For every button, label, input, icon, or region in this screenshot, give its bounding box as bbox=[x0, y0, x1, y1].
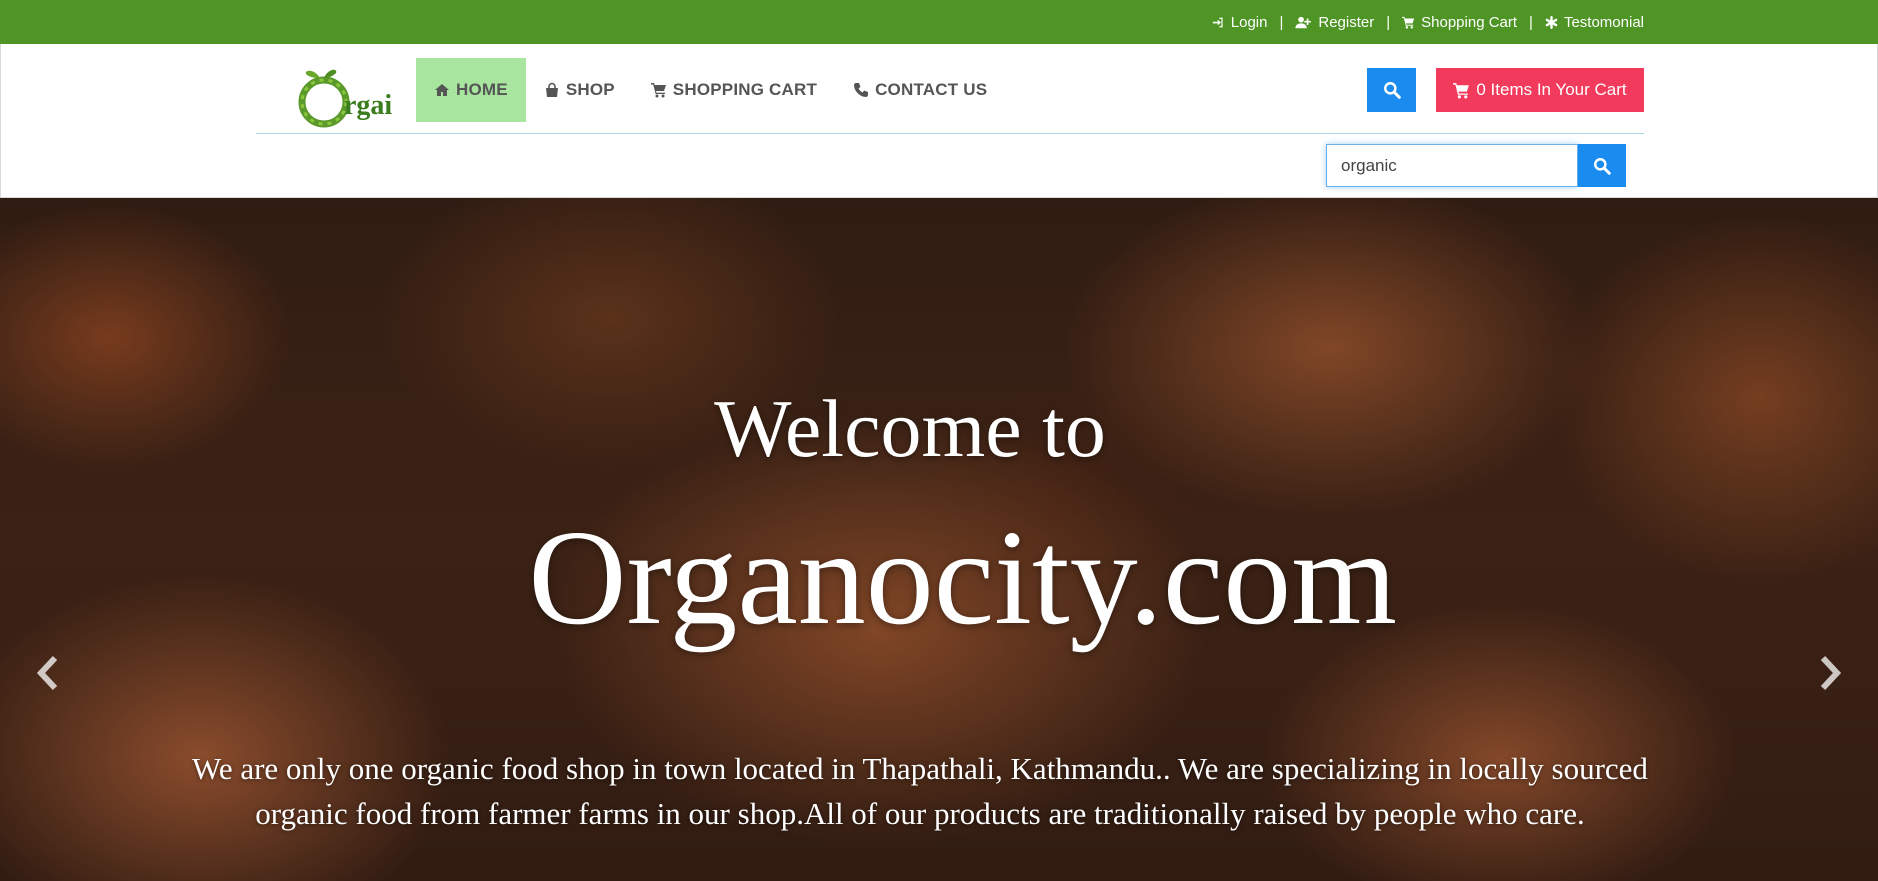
primary-nav: HOME SHOP SHOPPING CART CONTACT US bbox=[416, 58, 1005, 122]
carousel-next-button[interactable] bbox=[1810, 648, 1850, 698]
nav-home[interactable]: HOME bbox=[416, 58, 526, 122]
top-bar: Login | Register | Shopping Cart | Testo… bbox=[0, 0, 1878, 44]
nav-shopping-cart[interactable]: SHOPPING CART bbox=[633, 58, 835, 122]
home-icon bbox=[435, 84, 449, 96]
testimonial-link[interactable]: Testomonial bbox=[1545, 14, 1644, 31]
separator: | bbox=[1279, 13, 1284, 31]
phone-icon bbox=[854, 83, 869, 97]
nav-contact-us[interactable]: CONTACT US bbox=[835, 58, 1005, 122]
login-link[interactable]: Login bbox=[1212, 14, 1267, 31]
cart-items-button[interactable]: 0 Items In Your Cart bbox=[1436, 68, 1644, 112]
register-link[interactable]: Register bbox=[1295, 14, 1374, 31]
search-icon bbox=[1383, 82, 1401, 99]
search-toggle-button[interactable] bbox=[1367, 68, 1416, 112]
asterisk-icon bbox=[1545, 15, 1558, 29]
nav-shop[interactable]: SHOP bbox=[526, 58, 633, 122]
hero-caption: Welcome to Organocity.com We are only on… bbox=[0, 198, 1878, 881]
cart-icon bbox=[1453, 82, 1470, 98]
hero-carousel: Welcome to Organocity.com We are only on… bbox=[0, 198, 1878, 881]
carousel-prev-button[interactable] bbox=[28, 648, 68, 698]
hero-site-name: Organocity.com bbox=[528, 503, 1397, 653]
hero-welcome-text: Welcome to bbox=[714, 383, 1106, 474]
search-input[interactable] bbox=[1326, 144, 1578, 187]
shopping-cart-link[interactable]: Shopping Cart bbox=[1402, 14, 1517, 31]
shopping-bag-icon bbox=[545, 82, 558, 97]
separator: | bbox=[1529, 13, 1533, 31]
separator: | bbox=[1386, 13, 1391, 31]
sign-in-icon bbox=[1212, 17, 1223, 27]
chevron-right-icon bbox=[1820, 655, 1842, 691]
search-submit-button[interactable] bbox=[1578, 144, 1626, 187]
main-navbar: rgai HOME SHOP SHOPPING CART CONTACT US bbox=[256, 58, 1644, 134]
search-bar bbox=[1326, 144, 1626, 187]
hero-description: We are only one organic food shop in tow… bbox=[192, 751, 1648, 831]
top-links: Login | Register | Shopping Cart | Testo… bbox=[1212, 0, 1644, 44]
site-header: rgai HOME SHOP SHOPPING CART CONTACT US bbox=[0, 44, 1878, 198]
cart-icon bbox=[650, 83, 666, 98]
cart-items-label: 0 Items In Your Cart bbox=[1476, 80, 1627, 99]
search-icon bbox=[1594, 157, 1611, 175]
cart-icon bbox=[1402, 16, 1415, 29]
logo-text: rgai bbox=[344, 90, 392, 121]
user-plus-icon bbox=[1295, 16, 1312, 28]
logo-icon: rgai bbox=[298, 69, 392, 128]
site-logo[interactable]: rgai bbox=[298, 64, 402, 136]
chevron-left-icon bbox=[36, 655, 58, 691]
